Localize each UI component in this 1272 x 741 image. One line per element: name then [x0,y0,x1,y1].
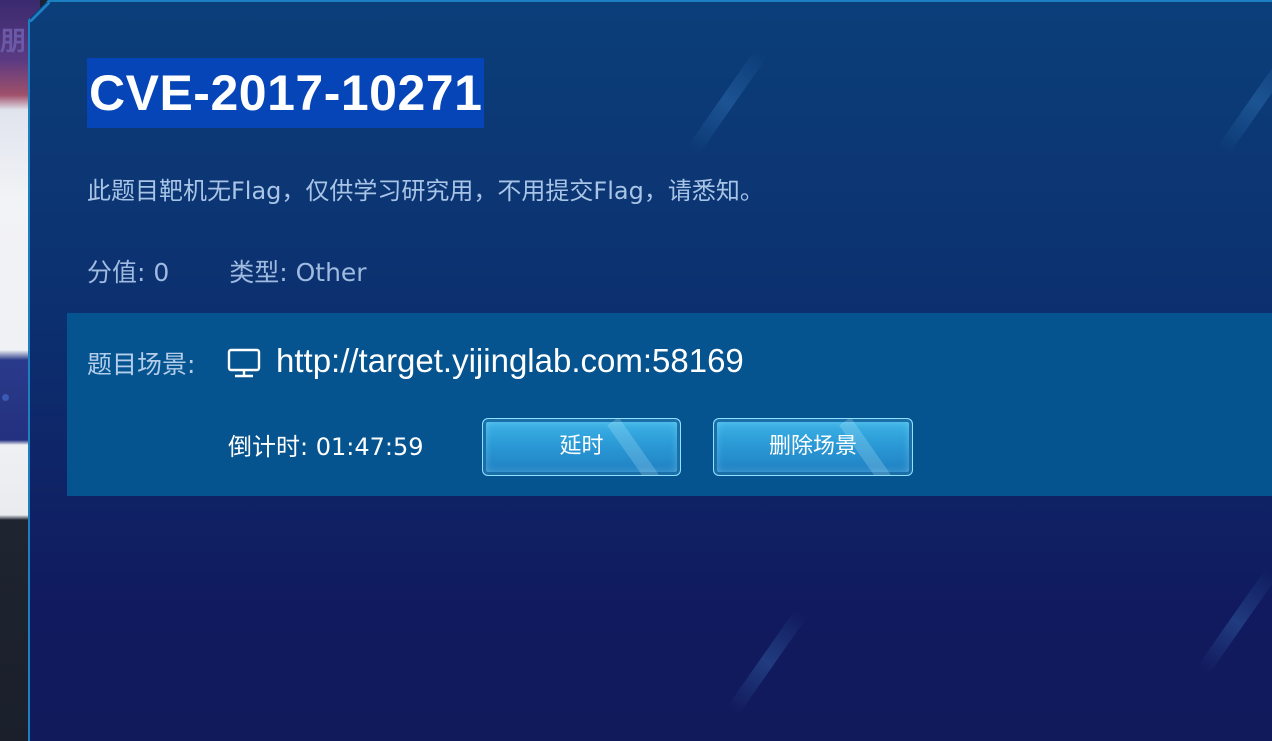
type-value: Other [295,258,367,287]
page: 朋 CVE-2017-10271 此题目靶机无Flag，仅供学习研究用，不用提交… [0,0,1272,741]
decorative-streak [726,608,808,716]
extend-time-button[interactable]: 延时 [482,418,681,476]
delete-scene-button[interactable]: 删除场景 [713,418,913,476]
countdown: 倒计时: 01:47:59 [228,429,424,465]
decorative-streak [1216,48,1272,156]
background-glyph: 朋 [0,27,26,57]
countdown-label: 倒计时: [228,433,309,461]
challenge-meta: 分值: 0 类型: Other [87,255,367,291]
scene-url-link[interactable]: http://target.yijinglab.com:58169 [276,340,744,382]
monitor-icon [227,346,261,380]
score-label: 分值: [87,258,146,287]
challenge-title: CVE-2017-10271 [87,58,485,128]
countdown-value: 01:47:59 [315,433,424,461]
decorative-streak [686,48,768,156]
decorative-streak [1196,568,1272,676]
background-dot [2,394,9,401]
score-value: 0 [153,258,170,287]
scene-label: 题目场景: [87,350,196,379]
modal-corner [28,0,50,22]
challenge-notice: 此题目靶机无Flag，仅供学习研究用，不用提交Flag，请悉知。 [87,177,764,205]
type-label: 类型: [229,258,288,287]
